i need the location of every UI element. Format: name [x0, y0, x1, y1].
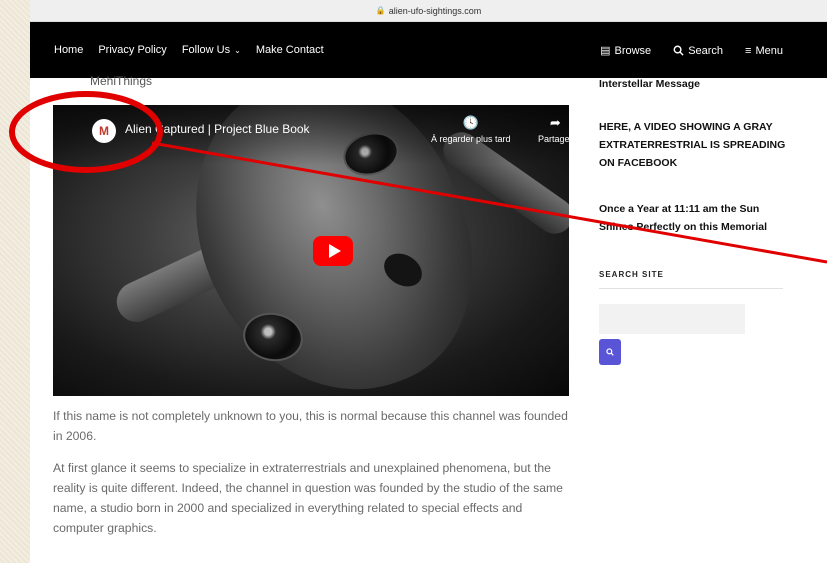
nav-right-group: ▤ Browse Search ≡ Menu [600, 44, 783, 58]
nav-search-label: Search [688, 44, 724, 57]
share-label: Partager [538, 134, 569, 144]
share-icon: ➦ [549, 115, 561, 130]
address-bar[interactable]: 🔒 alien-ufo-sightings.com [30, 0, 827, 22]
nav-privacy-policy[interactable]: Privacy Policy [98, 44, 166, 56]
video-player[interactable]: M Alien Captured | Project Blue Book 🕓 À… [53, 105, 569, 396]
url-text: alien-ufo-sightings.com [388, 5, 482, 16]
article-body: If this name is not completely unknown t… [53, 406, 573, 550]
lock-icon: 🔒 [375, 6, 386, 15]
nav-follow-us-label: Follow Us [181, 44, 231, 56]
search-submit-button[interactable] [599, 339, 621, 365]
divider [599, 288, 783, 289]
browser-screen: 🔒 alien-ufo-sightings.com Home Privacy P… [30, 0, 827, 563]
video-title[interactable]: Alien Captured | Project Blue Book [125, 122, 310, 136]
chevron-down-icon: ⌄ [234, 45, 241, 55]
search-icon [673, 45, 684, 56]
share-button[interactable]: ➦ Partager [538, 115, 569, 144]
sidebar-link-gray-extraterrestrial[interactable]: HERE, A VIDEO SHOWING A GRAY EXTRATERRES… [599, 118, 789, 172]
nav-follow-us[interactable]: Follow Us ⌄ [182, 44, 241, 56]
article-paragraph: At first glance it seems to specialize i… [53, 461, 563, 535]
play-icon [328, 244, 341, 258]
nav-home[interactable]: Home [54, 44, 83, 56]
site-navigation: Home Privacy Policy Follow Us ⌄ Make Con… [30, 22, 827, 78]
watch-later-button[interactable]: 🕓 À regarder plus tard [431, 115, 511, 144]
nav-browse-label: Browse [614, 44, 652, 57]
url-display[interactable]: 🔒 alien-ufo-sightings.com [376, 6, 482, 16]
nav-menu-label: Menu [755, 44, 783, 57]
sidebar-link-memorial[interactable]: Once a Year at 11:11 am the Sun Shines P… [599, 200, 789, 236]
search-icon [606, 348, 614, 356]
browse-icon: ▤ [600, 45, 611, 57]
sidebar-link-interstellar[interactable]: Interstellar Message [599, 75, 789, 93]
nav-search[interactable]: Search [673, 44, 723, 57]
nav-browse[interactable]: ▤ Browse [600, 44, 652, 58]
search-site-heading: SEARCH SITE [599, 270, 664, 279]
play-button[interactable] [313, 236, 353, 266]
channel-avatar[interactable]: M [92, 119, 116, 143]
nav-make-contact[interactable]: Make Contact [256, 44, 324, 56]
clock-icon: 🕓 [462, 115, 479, 130]
watch-later-label: À regarder plus tard [431, 134, 511, 144]
nav-left-group: Home Privacy Policy Follow Us ⌄ Make Con… [54, 44, 324, 56]
cropped-text-line: MehiThings [90, 74, 153, 88]
search-input[interactable] [599, 304, 745, 334]
nav-menu[interactable]: ≡ Menu [745, 44, 783, 57]
menu-icon: ≡ [745, 44, 752, 57]
article-paragraph: If this name is not completely unknown t… [53, 409, 568, 443]
